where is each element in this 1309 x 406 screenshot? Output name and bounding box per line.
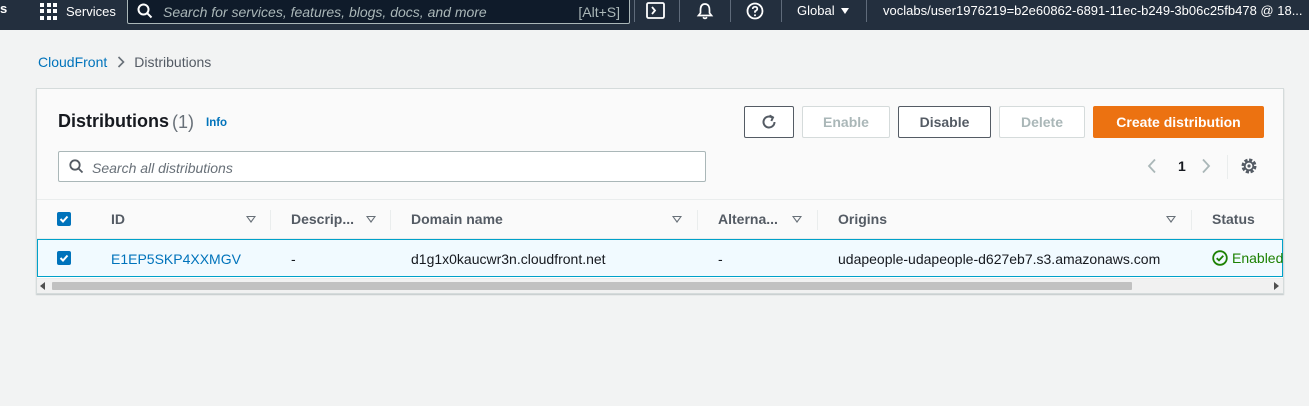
- create-distribution-button[interactable]: Create distribution: [1093, 106, 1264, 138]
- column-header-description[interactable]: Descrip...: [291, 211, 354, 227]
- scrollbar-thumb[interactable]: [52, 282, 1132, 290]
- column-header-id[interactable]: ID: [111, 211, 125, 227]
- nav-divider: [866, 0, 867, 22]
- column-divider[interactable]: [697, 210, 698, 230]
- distribution-search-placeholder: Search all distributions: [92, 160, 233, 176]
- distribution-description: -: [291, 251, 296, 267]
- distribution-origins: udapeople-udapeople-d627eb7.s3.amazonaws…: [838, 251, 1161, 267]
- column-divider[interactable]: [817, 210, 818, 230]
- check-circle-icon: [1212, 250, 1228, 266]
- global-search-placeholder: Search for services, features, blogs, do…: [163, 4, 487, 20]
- column-header-status[interactable]: Status: [1212, 211, 1255, 227]
- distributions-table-container: Distributions (1) Info Enable Disable De…: [36, 88, 1284, 294]
- page-title: Distributions: [58, 111, 169, 131]
- refresh-button[interactable]: [744, 106, 794, 138]
- row-select-checkbox[interactable]: [57, 251, 71, 265]
- table-header-row: ID Descrip... Domain name Alterna... Ori…: [37, 199, 1283, 239]
- breadcrumb-cloudfront-link[interactable]: CloudFront: [38, 54, 107, 70]
- cloudshell-icon[interactable]: [646, 2, 665, 19]
- nav-divider: [730, 0, 731, 22]
- caret-down-icon: [840, 7, 849, 14]
- status-text: Enabled: [1232, 250, 1284, 266]
- help-icon[interactable]: [746, 2, 764, 20]
- keyboard-shortcut-hint: [Alt+S]: [578, 4, 620, 20]
- column-divider[interactable]: [1191, 210, 1192, 230]
- grid-icon: [40, 2, 57, 20]
- current-page-number[interactable]: 1: [1178, 158, 1186, 174]
- sort-caret-icon[interactable]: [246, 216, 256, 223]
- scroll-left-arrow-icon[interactable]: [40, 282, 45, 290]
- disable-button[interactable]: Disable: [898, 106, 991, 138]
- column-divider[interactable]: [390, 210, 391, 230]
- distribution-domain-name: d1g1x0kaucwr3n.cloudfront.net: [411, 251, 606, 267]
- column-header-alternate-domain[interactable]: Alterna...: [718, 211, 778, 227]
- select-all-checkbox[interactable]: [57, 212, 71, 226]
- settings-gear-icon[interactable]: [1240, 157, 1258, 175]
- distribution-count: (1): [172, 112, 194, 132]
- breadcrumb-current: Distributions: [134, 54, 212, 70]
- distribution-id-link[interactable]: E1EP5SKP4XXMGV: [111, 251, 241, 267]
- enable-button[interactable]: Enable: [802, 106, 890, 138]
- top-navigation-bar: s Services Search for services, features…: [0, 0, 1309, 30]
- sort-caret-icon[interactable]: [1166, 216, 1176, 223]
- info-link[interactable]: Info: [206, 117, 227, 129]
- delete-button[interactable]: Delete: [999, 106, 1085, 138]
- services-menu-button[interactable]: Services: [40, 0, 116, 22]
- sort-caret-icon[interactable]: [366, 216, 376, 223]
- breadcrumb: CloudFront Distributions: [38, 54, 211, 70]
- status-badge: Enabled: [1212, 250, 1283, 266]
- pagination-divider: [1227, 155, 1228, 179]
- previous-page-icon[interactable]: [1147, 158, 1157, 174]
- column-divider[interactable]: [270, 210, 271, 230]
- refresh-icon: [762, 114, 776, 129]
- sort-caret-icon[interactable]: [672, 216, 682, 223]
- aws-logo[interactable]: s: [0, 0, 7, 18]
- nav-divider: [634, 0, 635, 22]
- chevron-right-icon: [117, 56, 125, 68]
- distribution-alternate-domain: -: [718, 251, 723, 267]
- scroll-right-arrow-icon[interactable]: [1274, 282, 1279, 290]
- bell-icon[interactable]: [696, 2, 714, 20]
- search-icon: [137, 3, 153, 19]
- search-icon: [69, 159, 84, 174]
- global-search-input[interactable]: Search for services, features, blogs, do…: [127, 0, 630, 24]
- sort-caret-icon[interactable]: [792, 216, 802, 223]
- nav-divider: [781, 0, 782, 22]
- account-menu[interactable]: voclabs/user1976219=b2e60862-6891-11ec-b…: [883, 3, 1303, 18]
- distribution-search-input[interactable]: Search all distributions: [58, 151, 706, 182]
- region-label: Global: [797, 3, 835, 18]
- column-header-origins[interactable]: Origins: [838, 211, 887, 227]
- next-page-icon[interactable]: [1201, 158, 1211, 174]
- region-selector[interactable]: Global: [797, 3, 849, 18]
- column-header-domain-name[interactable]: Domain name: [411, 211, 503, 227]
- horizontal-scrollbar[interactable]: [37, 278, 1283, 293]
- services-label: Services: [66, 3, 116, 19]
- nav-divider: [679, 0, 680, 22]
- table-row[interactable]: E1EP5SKP4XXMGV - d1g1x0kaucwr3n.cloudfro…: [37, 239, 1283, 277]
